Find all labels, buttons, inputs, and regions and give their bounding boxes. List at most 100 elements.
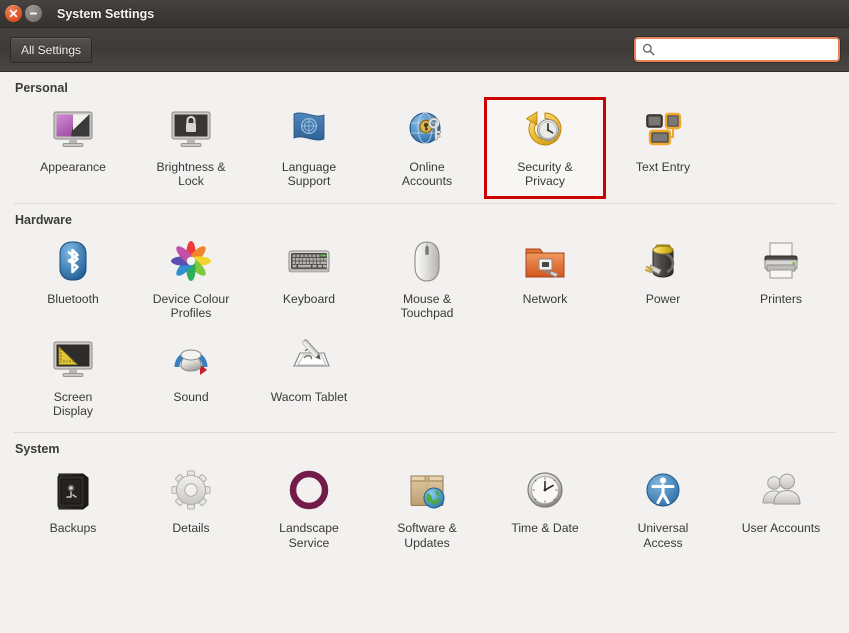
settings-item-printers[interactable]: Printers [722,231,840,329]
settings-item-label: OnlineAccounts [402,160,452,189]
settings-item-software-updates[interactable]: Software &Updates [368,460,486,558]
settings-grid: Backups Details LandscapeServ [14,460,835,558]
settings-item-device-colour-profiles[interactable]: Device ColourProfiles [132,231,250,329]
settings-item-mouse-touchpad[interactable]: Mouse &Touchpad [368,231,486,329]
text-entry-icon [639,105,687,153]
time-date-icon [521,466,569,514]
universal-access-icon [639,466,687,514]
minimize-icon[interactable] [25,5,42,22]
settings-item-universal-access[interactable]: UniversalAccess [604,460,722,558]
settings-item-keyboard[interactable]: Keyboard [250,231,368,329]
settings-item-label: Device ColourProfiles [153,292,230,321]
colour-profiles-icon [167,237,215,285]
backups-icon [49,466,97,514]
settings-item-language-support[interactable]: LanguageSupport [250,99,368,197]
search-icon [642,43,655,56]
all-settings-button[interactable]: All Settings [10,37,92,63]
settings-item-details[interactable]: Details [132,460,250,558]
software-updates-icon [403,466,451,514]
text-entry-icon [639,105,687,153]
keyboard-icon [285,237,333,285]
search-container [634,37,840,62]
power-icon [639,237,687,285]
language-support-icon [285,105,333,153]
settings-item-text-entry[interactable]: Text Entry [604,99,722,197]
language-support-icon [285,105,333,153]
sound-icon [167,335,215,383]
brightness-lock-icon [167,105,215,153]
printers-icon [757,237,805,285]
appearance-icon [49,105,97,153]
section-title: System [14,433,835,460]
settings-item-time-date[interactable]: Time & Date [486,460,604,558]
details-icon [167,466,215,514]
section-title: Hardware [14,204,835,231]
settings-item-label: Keyboard [283,292,335,306]
bluetooth-icon [49,237,97,285]
bluetooth-icon [49,237,97,285]
settings-item-label: Security &Privacy [517,160,573,189]
settings-item-user-accounts[interactable]: User Accounts [722,460,840,558]
online-accounts-icon [403,105,451,153]
settings-item-label: Details [172,521,209,535]
landscape-service-icon [285,466,333,514]
close-icon[interactable] [5,5,22,22]
settings-item-backups[interactable]: Backups [14,460,132,558]
settings-item-label: Time & Date [511,521,578,535]
settings-grid: Bluetooth Device ColourProfiles [14,231,835,427]
user-accounts-icon [757,466,805,514]
settings-item-label: Mouse &Touchpad [401,292,454,321]
wacom-tablet-icon [285,335,333,383]
settings-item-label: Brightness &Lock [156,160,225,189]
settings-item-security-privacy[interactable]: Security &Privacy [486,99,604,197]
settings-item-label: UniversalAccess [638,521,689,550]
brightness-lock-icon [167,105,215,153]
section-personal: Personal Appearance Brightness &Lock L [0,72,849,197]
network-icon [521,237,569,285]
settings-item-appearance[interactable]: Appearance [14,99,132,197]
search-input[interactable] [660,42,832,58]
settings-item-label: Bluetooth [47,292,99,306]
settings-item-label: Wacom Tablet [271,390,348,404]
software-updates-icon [403,466,451,514]
settings-item-label: Sound [173,390,208,404]
settings-item-power[interactable]: Power [604,231,722,329]
keyboard-icon [285,237,333,285]
settings-item-brightness-lock[interactable]: Brightness &Lock [132,99,250,197]
security-privacy-icon [521,105,569,153]
settings-item-label: Network [523,292,568,306]
settings-item-label: Appearance [40,160,106,174]
toolbar: All Settings [0,28,849,72]
settings-item-label: LanguageSupport [282,160,336,189]
appearance-icon [49,105,97,153]
online-accounts-icon [403,105,451,153]
window-title: System Settings [57,7,154,21]
settings-item-online-accounts[interactable]: OnlineAccounts [368,99,486,197]
settings-item-label: Printers [760,292,802,306]
network-icon [521,237,569,285]
landscape-service-icon [285,466,333,514]
settings-item-wacom-tablet[interactable]: Wacom Tablet [250,329,368,427]
universal-access-icon [639,466,687,514]
settings-item-screen-display[interactable]: ScreenDisplay [14,329,132,427]
screen-display-icon [49,335,97,383]
security-privacy-icon [521,105,569,153]
settings-item-sound[interactable]: Sound [132,329,250,427]
details-icon [167,466,215,514]
section-system: System Backups [0,433,849,558]
settings-content: Personal Appearance Brightness &Lock L [0,72,849,632]
printers-icon [757,237,805,285]
section-hardware: Hardware Bluetooth Device ColourProfiles [0,204,849,427]
settings-item-bluetooth[interactable]: Bluetooth [14,231,132,329]
power-icon [639,237,687,285]
mouse-touchpad-icon [403,237,451,285]
section-title: Personal [14,72,835,99]
settings-item-landscape-service[interactable]: LandscapeService [250,460,368,558]
sound-icon [167,335,215,383]
settings-item-network[interactable]: Network [486,231,604,329]
search-box[interactable] [634,37,840,62]
screen-display-icon [49,335,97,383]
mouse-touchpad-icon [403,237,451,285]
settings-item-label: Power [646,292,681,306]
settings-item-label: Backups [50,521,97,535]
